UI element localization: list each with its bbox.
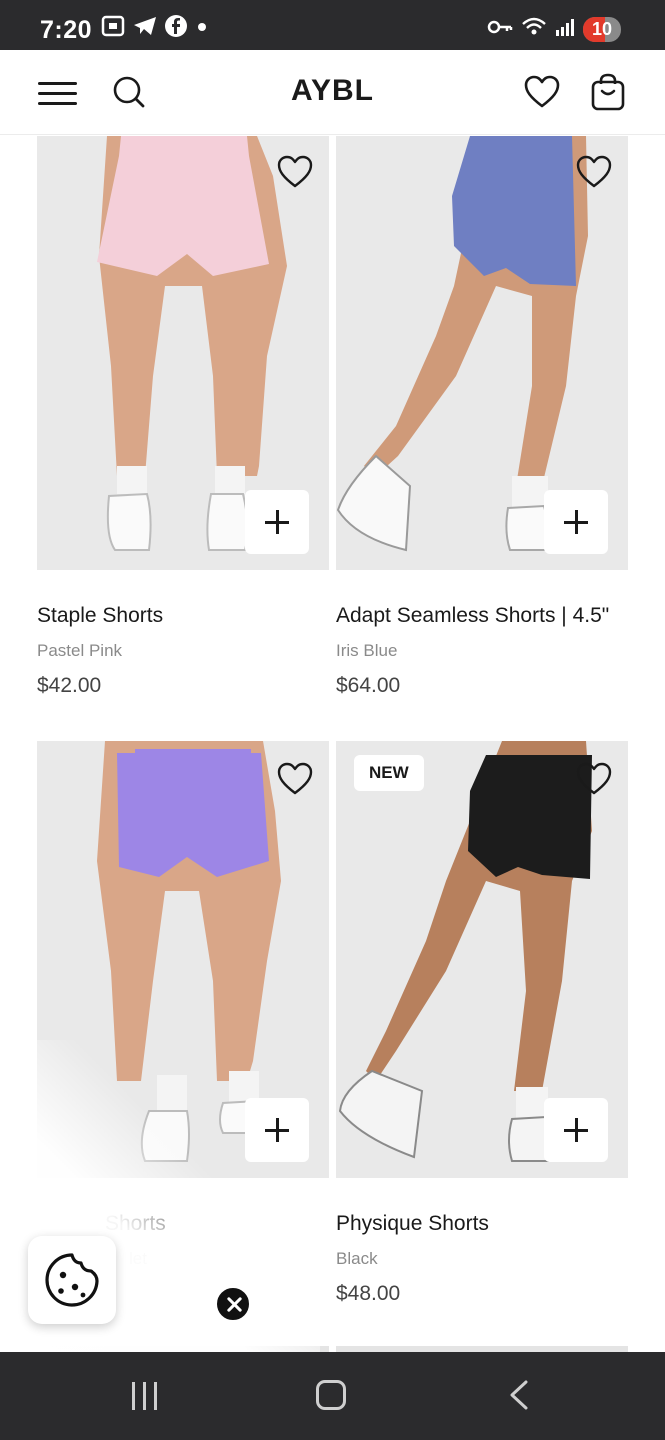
shopping-bag-icon[interactable]: [590, 72, 626, 112]
add-to-cart-button[interactable]: [544, 490, 608, 554]
close-icon[interactable]: [215, 1286, 251, 1322]
brand-logo[interactable]: AYBL: [0, 74, 665, 108]
wishlist-heart-icon[interactable]: [576, 761, 612, 797]
product-price: $42.00: [37, 674, 102, 697]
wishlist-heart-icon[interactable]: [576, 154, 612, 190]
telegram-icon: [132, 14, 158, 43]
home-icon[interactable]: [316, 1380, 346, 1410]
product-color: Pastel Pink: [37, 641, 123, 660]
product-image[interactable]: [336, 136, 628, 570]
wishlist-heart-icon[interactable]: [277, 761, 313, 797]
product-name[interactable]: Shorts: [105, 1212, 166, 1236]
product-image[interactable]: [37, 741, 329, 1178]
product-image[interactable]: NEW: [336, 741, 628, 1178]
product-name[interactable]: Staple Shorts: [37, 604, 163, 628]
wishlist-heart-icon[interactable]: [277, 154, 313, 190]
system-nav-bar: [0, 1352, 665, 1440]
add-to-cart-button[interactable]: [245, 1098, 309, 1162]
screenshot-icon: [100, 14, 126, 43]
signal-icon: [555, 17, 575, 42]
status-bar: 7:20 10: [0, 0, 665, 50]
dot-icon: [194, 14, 210, 43]
add-to-cart-button[interactable]: [245, 490, 309, 554]
status-time: 7:20: [40, 16, 93, 44]
product-name[interactable]: Physique Shorts: [336, 1212, 489, 1236]
cookie-settings-button[interactable]: [28, 1236, 116, 1324]
battery-indicator: 10: [582, 17, 621, 42]
product-color: let: [129, 1249, 147, 1268]
notification-icons: [100, 14, 210, 43]
back-icon[interactable]: [506, 1380, 530, 1410]
app-header: AYBL: [0, 50, 665, 135]
wishlist-heart-icon[interactable]: [524, 74, 560, 110]
wifi-icon: [521, 16, 547, 43]
product-image[interactable]: [37, 136, 329, 570]
product-color: Iris Blue: [336, 641, 398, 660]
system-icons: 10: [487, 16, 621, 43]
recent-apps-icon[interactable]: [130, 1382, 160, 1410]
product-price: $48.00: [336, 1282, 401, 1305]
add-to-cart-button[interactable]: [544, 1098, 608, 1162]
product-price: $64.00: [336, 674, 401, 697]
new-badge: NEW: [354, 755, 424, 791]
product-card[interactable]: NEW Physique Shorts Black $48.00: [336, 741, 628, 1351]
key-icon: [487, 18, 513, 41]
facebook-icon: [164, 14, 188, 43]
product-card[interactable]: Adapt Seamless Shorts | 4.5" Iris Blue $…: [336, 136, 628, 706]
product-name[interactable]: Adapt Seamless Shorts | 4.5": [336, 604, 609, 628]
cookie-icon: [45, 1253, 99, 1307]
product-color: Black: [336, 1249, 378, 1268]
product-card[interactable]: Staple Shorts Pastel Pink $42.00: [37, 136, 329, 706]
